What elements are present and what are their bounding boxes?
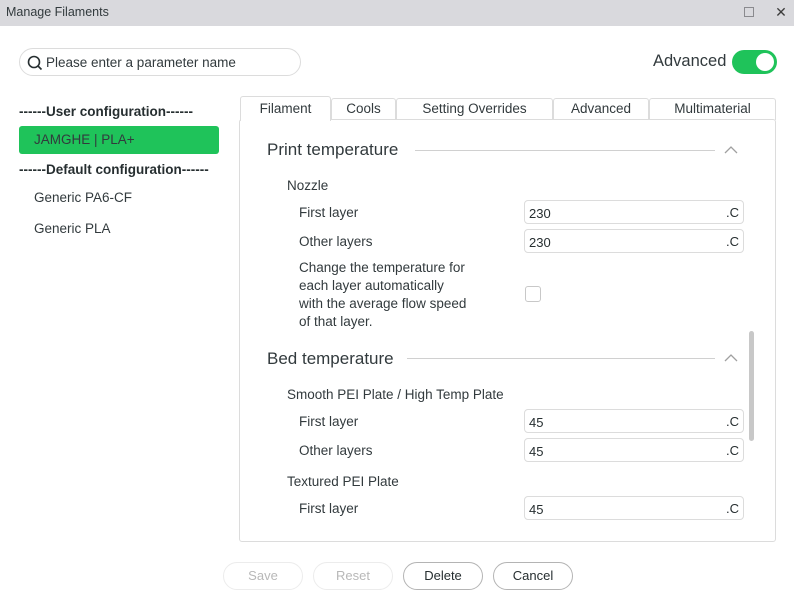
textured-pei-first-layer-input[interactable] [529, 500, 709, 518]
maximize-icon[interactable] [744, 7, 754, 17]
textured-pei-first-layer-field[interactable]: .C [524, 496, 744, 520]
auto-temperature-checkbox[interactable] [525, 286, 541, 302]
tab-advanced[interactable]: Advanced [553, 98, 649, 120]
cancel-button[interactable]: Cancel [493, 562, 573, 590]
section-title-bed-temperature: Bed temperature [267, 349, 394, 368]
window-title: Manage Filaments [6, 5, 109, 19]
smooth-pei-other-layers-label: Other layers [299, 443, 373, 458]
advanced-toggle[interactable] [732, 50, 777, 74]
filament-list: ------User configuration------ JAMGHE | … [19, 100, 219, 244]
nozzle-other-layers-input[interactable] [529, 233, 709, 251]
vertical-scrollbar[interactable] [749, 331, 754, 441]
delete-button[interactable]: Delete [403, 562, 483, 590]
search-icon [27, 55, 43, 71]
unit-label: .C [726, 414, 739, 429]
section-divider [415, 150, 715, 151]
auto-temperature-label-line: with the average flow speed [299, 296, 467, 311]
chevron-up-icon[interactable] [724, 353, 738, 363]
tab-cools[interactable]: Cools [331, 98, 396, 120]
reset-button[interactable]: Reset [313, 562, 393, 590]
search-input[interactable] [46, 52, 296, 72]
tab-setting-overrides[interactable]: Setting Overrides [396, 98, 553, 120]
textured-pei-first-layer-label: First layer [299, 501, 359, 516]
smooth-pei-first-layer-field[interactable]: .C [524, 409, 744, 433]
unit-label: .C [726, 205, 739, 220]
nozzle-label: Nozzle [287, 178, 329, 193]
auto-temperature-label-line: each layer automatically [299, 278, 444, 293]
chevron-up-icon[interactable] [724, 145, 738, 155]
unit-label: .C [726, 501, 739, 516]
default-configuration-header: ------Default configuration------ [19, 162, 209, 177]
nozzle-first-layer-field[interactable]: .C [524, 200, 744, 224]
advanced-label: Advanced [653, 52, 727, 70]
settings-panel: Print temperature Nozzle First layer .C … [239, 119, 776, 542]
smooth-pei-first-layer-label: First layer [299, 414, 359, 429]
tab-filament[interactable]: Filament [240, 96, 331, 121]
textured-pei-plate-label: Textured PEI Plate [287, 474, 399, 489]
filament-item-generic-pla[interactable]: Generic PLA [19, 213, 219, 244]
filament-item-jamghe-pla-plus[interactable]: JAMGHE | PLA+ [19, 126, 219, 154]
nozzle-other-layers-label: Other layers [299, 234, 373, 249]
smooth-pei-other-layers-field[interactable]: .C [524, 438, 744, 462]
save-button[interactable]: Save [223, 562, 303, 590]
auto-temperature-label-line: of that layer. [299, 314, 373, 329]
nozzle-first-layer-label: First layer [299, 205, 359, 220]
nozzle-other-layers-field[interactable]: .C [524, 229, 744, 253]
toggle-knob [756, 53, 774, 71]
section-divider [407, 358, 715, 359]
user-configuration-header: ------User configuration------ [19, 104, 193, 119]
tab-multimaterial[interactable]: Multimaterial [649, 98, 776, 120]
smooth-pei-other-layers-input[interactable] [529, 442, 709, 460]
filament-item-generic-pa6-cf[interactable]: Generic PA6-CF [19, 182, 219, 213]
smooth-pei-first-layer-input[interactable] [529, 413, 709, 431]
title-bar: Manage Filaments ✕ [0, 0, 794, 26]
unit-label: .C [726, 234, 739, 249]
parameter-search[interactable] [19, 48, 301, 76]
section-title-print-temperature: Print temperature [267, 140, 399, 159]
auto-temperature-label: Change the temperature for each layer au… [299, 259, 489, 331]
unit-label: .C [726, 443, 739, 458]
auto-temperature-label-line: Change the temperature for [299, 260, 465, 275]
close-icon[interactable]: ✕ [774, 3, 788, 21]
nozzle-first-layer-input[interactable] [529, 204, 709, 222]
smooth-pei-plate-label: Smooth PEI Plate / High Temp Plate [287, 387, 504, 402]
